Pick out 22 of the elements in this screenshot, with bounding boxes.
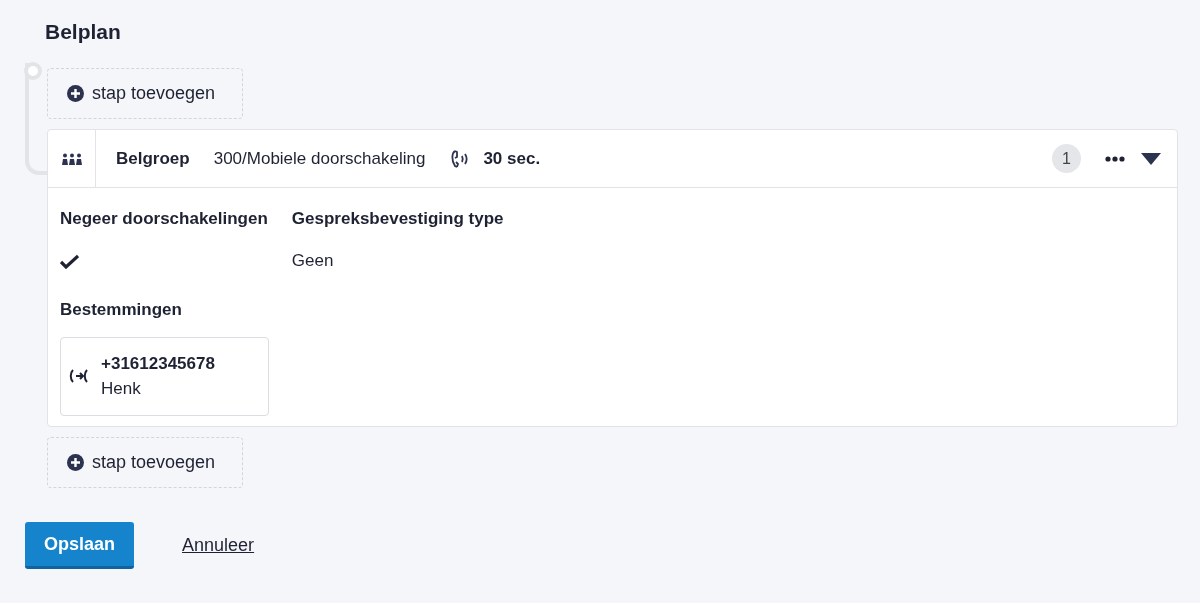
field-label: Gespreksbevestiging type (291, 208, 504, 230)
add-step-button[interactable]: stap toevoegen (47, 436, 243, 488)
more-icon[interactable] (1105, 155, 1125, 162)
add-icon (67, 85, 84, 102)
save-button[interactable]: Opslaan (25, 521, 135, 569)
add-step-button[interactable]: stap toevoegen (47, 68, 243, 119)
field-label: Negeer doorschakelingen (60, 208, 268, 230)
destination-number: +31612345678 (101, 352, 215, 375)
destination-name: Henk (101, 378, 142, 400)
field-label: Bestemmingen (60, 299, 183, 321)
cancel-link[interactable]: Annuleer (182, 531, 255, 559)
step-type: Belgroep (115, 147, 190, 170)
count-badge: 1 (1052, 144, 1081, 173)
timeout: 30 sec. (483, 147, 541, 170)
caret-icon[interactable] (1141, 151, 1161, 166)
timeline-node (24, 62, 42, 80)
page-title: Belplan (45, 19, 122, 45)
add-icon (67, 453, 84, 471)
step-target: 300/Mobiele doorschakeling (213, 147, 426, 170)
phone-forward-icon (69, 368, 91, 384)
field-value: Geen (291, 249, 335, 272)
group-icon (60, 152, 83, 165)
